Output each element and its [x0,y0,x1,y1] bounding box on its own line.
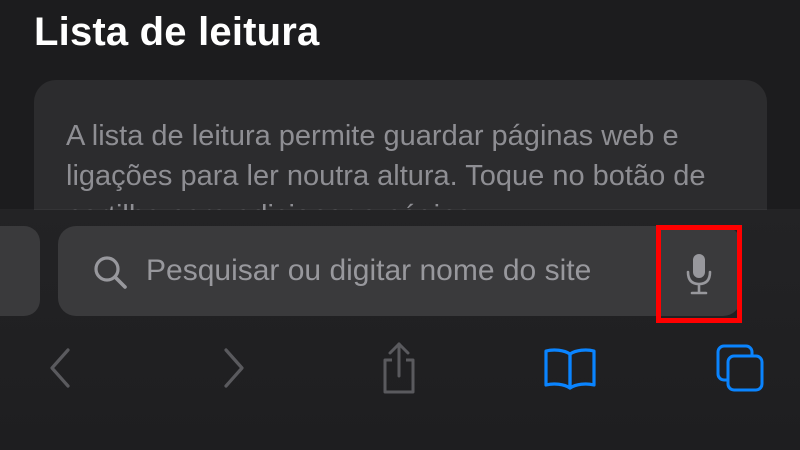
chevron-left-icon [50,348,70,388]
tabs-icon [716,344,764,392]
chevron-right-icon [224,348,244,388]
previous-tab-address-bar[interactable] [0,226,40,316]
microphone-icon [686,254,712,295]
page-title: Lista de leitura [34,10,320,54]
search-input[interactable] [146,226,658,316]
safari-reading-list-screen: Lista de leitura A lista de leitura perm… [0,0,800,450]
microphone-button[interactable] [656,225,742,323]
back-button[interactable] [40,338,80,398]
search-icon [94,256,127,289]
bookmarks-button[interactable] [540,338,600,398]
share-icon [383,342,415,394]
tabs-button[interactable] [712,338,768,398]
book-icon [544,348,596,390]
address-bar[interactable] [58,226,741,316]
forward-button[interactable] [214,338,254,398]
share-button[interactable] [374,338,424,398]
